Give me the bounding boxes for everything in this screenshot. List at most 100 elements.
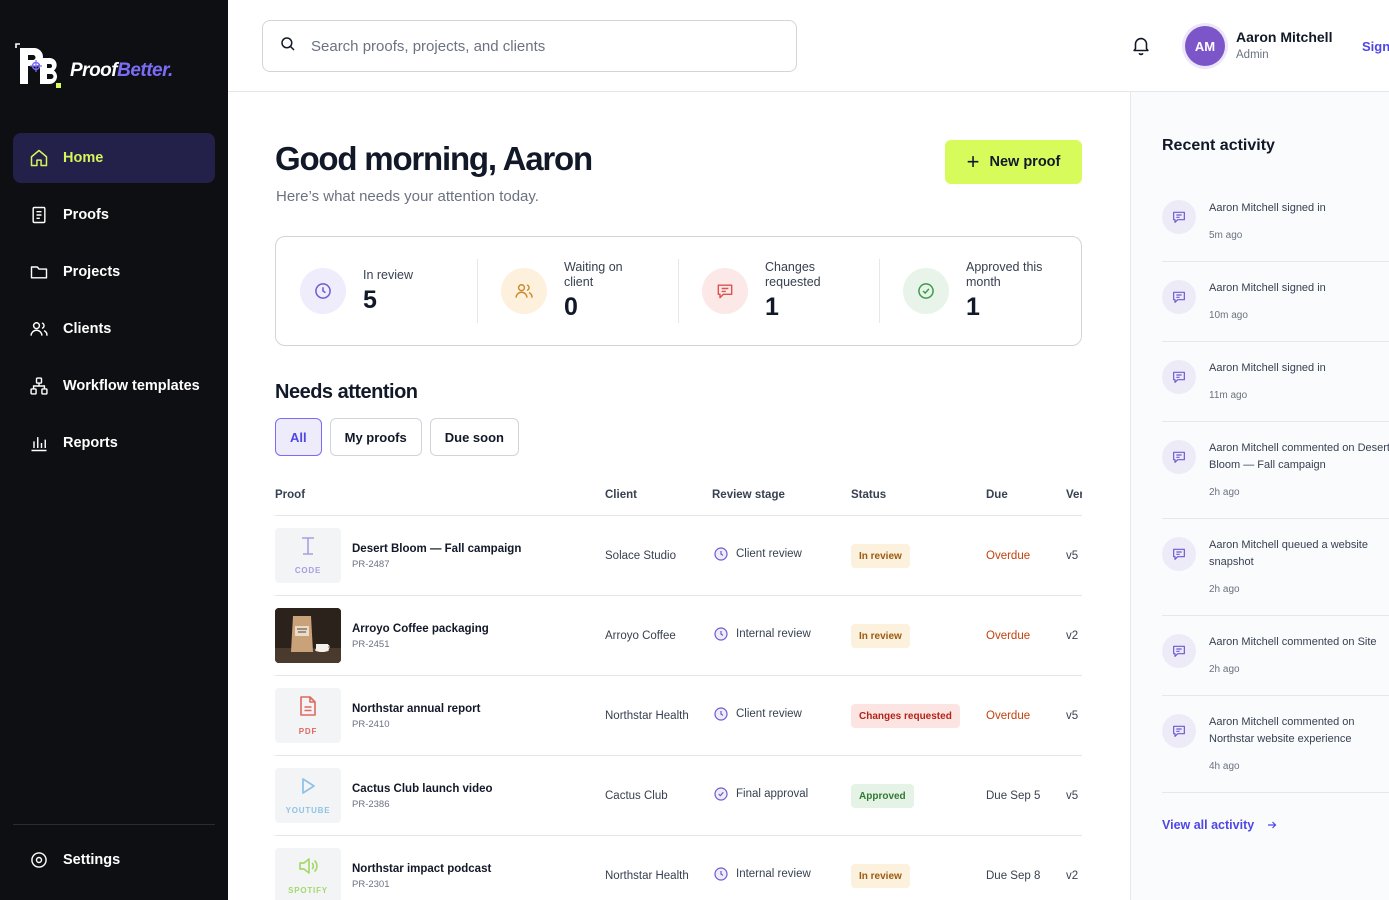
- proof-name[interactable]: Cactus Club launch video: [352, 783, 493, 795]
- activity-text: Aaron Mitchell signed in: [1209, 202, 1326, 214]
- proof-name[interactable]: Northstar impact podcast: [352, 863, 491, 875]
- user-name: Aaron Mitchell: [1236, 29, 1333, 45]
- table-row[interactable]: CODE Desert Bloom — Fall campaign PR-248…: [275, 516, 1082, 596]
- home-icon: [29, 148, 49, 168]
- sidebar-item-workflow-templates[interactable]: Workflow templates: [13, 361, 215, 411]
- proofs-table: Proof Client Review stage Status Due Ver…: [275, 476, 1082, 900]
- folder-icon: [29, 262, 49, 282]
- review-stage-label: Internal review: [736, 628, 811, 640]
- sidebar-item-settings[interactable]: Settings: [13, 835, 215, 885]
- proof-name[interactable]: Northstar annual report: [352, 703, 480, 715]
- check-circle-icon: [903, 268, 949, 314]
- activity-time: 4h ago: [1209, 761, 1240, 772]
- table-row[interactable]: Arroyo Coffee packaging PR-2451 Arroyo C…: [275, 596, 1082, 676]
- review-stage: Internal review: [713, 626, 811, 642]
- search-box[interactable]: [262, 20, 797, 72]
- brand-name: ProofBetter.: [70, 60, 173, 81]
- status-badge: Changes requested: [851, 704, 960, 728]
- stat-waiting-on-client[interactable]: Waiting on client 0: [477, 259, 678, 323]
- filter-chips: All My proofs Due soon: [275, 418, 527, 456]
- filter-my-proofs[interactable]: My proofs: [329, 418, 422, 456]
- table-row[interactable]: YOUTUBE Cactus Club launch video PR-2386…: [275, 756, 1082, 836]
- sidebar-item-home[interactable]: Home: [13, 133, 215, 183]
- comment-icon: [702, 268, 748, 314]
- table-row[interactable]: SPOTIFY Northstar impact podcast PR-2301…: [275, 836, 1082, 900]
- activity-item[interactable]: Aaron Mitchell signed in 10m ago: [1162, 262, 1389, 342]
- client-name: Cactus Club: [605, 790, 668, 802]
- column-header-stage[interactable]: Review stage: [712, 489, 785, 501]
- table-row[interactable]: PDF Northstar annual report PR-2410 Nort…: [275, 676, 1082, 756]
- column-header-due[interactable]: Due: [986, 489, 1008, 501]
- stat-changes-requested[interactable]: Changes requested 1: [678, 259, 879, 323]
- activity-time: 5m ago: [1209, 230, 1243, 241]
- sidebar-item-proofs[interactable]: Proofs: [13, 190, 215, 240]
- comment-icon: [1162, 440, 1196, 474]
- status-badge: In review: [851, 624, 910, 648]
- thumbnail-tag: PDF: [298, 727, 318, 736]
- sidebar-nav: Home Proofs Projects Clients Workflow te…: [13, 133, 215, 475]
- column-header-proof[interactable]: Proof: [275, 489, 305, 501]
- stat-value: 1: [765, 293, 779, 321]
- clock-icon: [714, 707, 728, 721]
- client-name: Solace Studio: [605, 550, 676, 562]
- proof-thumbnail: CODE: [275, 528, 341, 583]
- clock-icon: [714, 867, 728, 881]
- view-all-activity-link[interactable]: View all activity: [1162, 818, 1278, 832]
- pdf-file-icon: [299, 695, 317, 722]
- activity-time: 2h ago: [1209, 487, 1240, 498]
- proof-id: PR-2386: [352, 799, 390, 810]
- stat-label: In review: [363, 267, 414, 282]
- activity-item[interactable]: Aaron Mitchell commented on Desert Bloom…: [1162, 422, 1389, 519]
- comment-icon: [1162, 200, 1196, 234]
- sidebar-item-reports[interactable]: Reports: [13, 418, 215, 468]
- activity-item[interactable]: Aaron Mitchell commented on Northstar we…: [1162, 696, 1389, 793]
- proof-name[interactable]: Desert Bloom — Fall campaign: [352, 543, 521, 555]
- search-input[interactable]: [311, 37, 771, 55]
- activity-item[interactable]: Aaron Mitchell signed in 5m ago: [1162, 182, 1389, 262]
- column-header-status[interactable]: Status: [851, 489, 886, 501]
- avatar[interactable]: AM: [1185, 26, 1225, 66]
- gear-icon: [29, 850, 49, 870]
- coffee-package-image-icon: [275, 608, 341, 663]
- proof-id: PR-2487: [352, 559, 390, 570]
- stats-card: In review 5 Waiting on client 0 Changes …: [275, 236, 1082, 346]
- activity-item[interactable]: Aaron Mitchell commented on Site 2h ago: [1162, 616, 1389, 696]
- column-header-client[interactable]: Client: [605, 489, 637, 501]
- due-date: Due Sep 5: [986, 790, 1041, 802]
- recent-activity-panel: Recent activity Aaron Mitchell signed in…: [1130, 92, 1389, 900]
- due-date: Overdue: [986, 710, 1031, 722]
- filter-all[interactable]: All: [275, 418, 322, 456]
- sidebar-item-projects[interactable]: Projects: [13, 247, 215, 297]
- review-stage-label: Client review: [736, 548, 802, 560]
- column-header-version[interactable]: Version: [1066, 489, 1082, 501]
- bell-icon[interactable]: [1130, 34, 1152, 56]
- clock-icon: [714, 547, 728, 561]
- new-proof-button[interactable]: + New proof: [945, 140, 1082, 184]
- sidebar-item-clients[interactable]: Clients: [13, 304, 215, 354]
- activity-item[interactable]: Aaron Mitchell signed in 11m ago: [1162, 342, 1389, 422]
- activity-text: Aaron Mitchell signed in: [1209, 362, 1326, 374]
- proof-id: PR-2301: [352, 879, 390, 890]
- proof-id: PR-2451: [352, 639, 390, 650]
- activity-time: 11m ago: [1209, 390, 1248, 401]
- view-all-label: View all activity: [1162, 818, 1255, 832]
- activity-time: 2h ago: [1209, 664, 1240, 675]
- review-stage-label: Final approval: [736, 788, 809, 800]
- sidebar: ProofBetter. Home Proofs Projects Client…: [0, 0, 228, 900]
- activity-list: Aaron Mitchell signed in 5m ago Aaron Mi…: [1162, 182, 1389, 793]
- stat-approved-this-month[interactable]: Approved this month 1: [879, 259, 1080, 323]
- stat-in-review[interactable]: In review 5: [276, 259, 477, 323]
- brand-logo[interactable]: ProofBetter.: [14, 42, 173, 90]
- speaker-icon: [297, 856, 319, 881]
- users-icon: [29, 319, 49, 339]
- filter-due-soon[interactable]: Due soon: [429, 418, 519, 456]
- activity-item[interactable]: Aaron Mitchell queued a website snapshot…: [1162, 519, 1389, 616]
- activity-text: Aaron Mitchell commented on Site: [1209, 636, 1377, 648]
- status-badge: In review: [851, 544, 910, 568]
- sidebar-item-label: Clients: [63, 321, 112, 337]
- stat-label: Waiting on client: [564, 260, 623, 289]
- version: v5: [1066, 710, 1079, 722]
- sidebar-settings: Settings: [13, 835, 215, 892]
- proof-name[interactable]: Arroyo Coffee packaging: [352, 623, 489, 635]
- sign-out-link[interactable]: Sign out: [1362, 39, 1389, 54]
